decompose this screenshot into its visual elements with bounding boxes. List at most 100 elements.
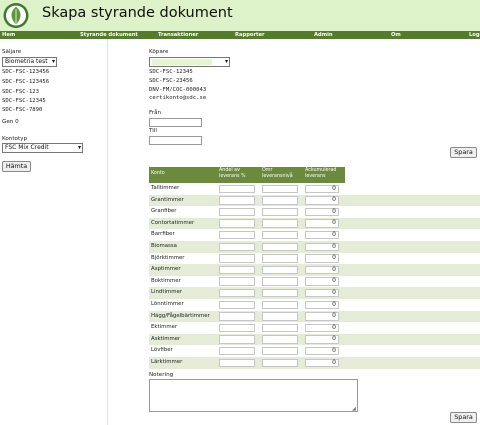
share-input[interactable] bbox=[219, 312, 255, 321]
share-input[interactable] bbox=[219, 242, 255, 251]
seller-selected-value: Biometria test bbox=[5, 58, 48, 65]
share-input[interactable] bbox=[219, 323, 255, 333]
accumulated-input[interactable]: 0 bbox=[305, 254, 339, 263]
table-row: Contortatimmer 0 bbox=[149, 217, 480, 230]
level-input[interactable] bbox=[262, 288, 298, 298]
to-label: Till bbox=[149, 128, 157, 134]
share-input[interactable] bbox=[219, 358, 255, 367]
seller-code: SDC-FSC-123456 bbox=[2, 69, 50, 75]
from-date-input[interactable] bbox=[149, 118, 202, 127]
share-input[interactable] bbox=[219, 196, 255, 205]
level-input[interactable] bbox=[262, 312, 298, 321]
accumulated-input[interactable]: 0 bbox=[305, 207, 339, 217]
page-title: Skapa styrande dokument bbox=[42, 5, 233, 21]
row-account-name: Lindtimmer bbox=[151, 289, 182, 296]
share-input[interactable] bbox=[219, 346, 255, 356]
row-account-name: Barrfiber bbox=[151, 231, 175, 238]
table-row: Hägg/Fågelbärtimmer 0 bbox=[149, 310, 480, 323]
row-account-name: Björktimmer bbox=[151, 254, 185, 261]
accumulated-input[interactable]: 0 bbox=[305, 323, 339, 333]
chevron-down-icon: ▾ bbox=[77, 144, 81, 151]
accumulated-input[interactable]: 0 bbox=[305, 300, 339, 309]
col-header-level: Omr leveransnivå bbox=[262, 168, 293, 179]
panel-divider bbox=[107, 39, 108, 425]
level-input[interactable] bbox=[262, 358, 298, 367]
level-input[interactable] bbox=[262, 242, 298, 251]
accumulated-input[interactable]: 0 bbox=[305, 230, 339, 240]
nav-item-logout[interactable]: Logout bbox=[469, 31, 480, 39]
level-input[interactable] bbox=[262, 346, 298, 356]
gen-text: Gen 0 bbox=[2, 119, 19, 125]
chevron-down-icon: ▾ bbox=[51, 58, 55, 65]
level-input[interactable] bbox=[262, 184, 298, 193]
seller-select[interactable]: Biometria test ▾ bbox=[2, 57, 57, 67]
buyer-select[interactable]: ▾ bbox=[149, 57, 230, 67]
save-button-bottom[interactable]: Spara bbox=[450, 412, 477, 423]
level-input[interactable] bbox=[262, 230, 298, 240]
left-panel bbox=[0, 39, 107, 425]
share-input[interactable] bbox=[219, 219, 255, 228]
share-input[interactable] bbox=[219, 277, 255, 286]
main-nav: Hem Styrande dokument Transaktioner Rapp… bbox=[0, 31, 480, 39]
note-label: Notering bbox=[149, 372, 174, 378]
row-account-name: Grantimmer bbox=[151, 196, 184, 203]
seller-code: SDC-FSC-12345 bbox=[2, 98, 46, 104]
chevron-down-icon: ▾ bbox=[224, 58, 228, 65]
resize-handle-icon[interactable]: ◢ bbox=[352, 406, 356, 412]
col-header-share: Andel av leverans % bbox=[219, 168, 246, 179]
level-input[interactable] bbox=[262, 265, 298, 275]
leaf-logo-icon bbox=[3, 3, 29, 28]
level-input[interactable] bbox=[262, 323, 298, 333]
share-input[interactable] bbox=[219, 254, 255, 263]
accumulated-input[interactable]: 0 bbox=[305, 335, 339, 344]
nav-item-about[interactable]: Om bbox=[391, 31, 401, 39]
level-input[interactable] bbox=[262, 335, 298, 344]
accumulated-input[interactable]: 0 bbox=[305, 196, 339, 205]
nav-item-governing-documents[interactable]: Styrande dokument bbox=[80, 31, 138, 39]
accumulated-input[interactable]: 0 bbox=[305, 346, 339, 356]
level-input[interactable] bbox=[262, 207, 298, 217]
table-row: Asptimmer 0 bbox=[149, 264, 480, 276]
note-textarea[interactable] bbox=[149, 379, 358, 412]
level-input[interactable] bbox=[262, 219, 298, 228]
share-input[interactable] bbox=[219, 230, 255, 240]
buyer-code: SDC-FSC-23456 bbox=[149, 78, 193, 84]
row-account-name: Lönntimmer bbox=[151, 301, 184, 307]
accumulated-input[interactable]: 0 bbox=[305, 277, 339, 286]
accumulated-input[interactable]: 0 bbox=[305, 358, 339, 367]
fetch-button[interactable]: Hämta bbox=[2, 161, 31, 172]
accumulated-input[interactable]: 0 bbox=[305, 265, 339, 275]
buyer-code: SDC-FSC-12345 bbox=[149, 69, 193, 75]
share-input[interactable] bbox=[219, 265, 255, 275]
nav-item-home[interactable]: Hem bbox=[2, 31, 15, 39]
to-date-input[interactable] bbox=[149, 136, 202, 145]
share-input[interactable] bbox=[219, 184, 255, 193]
accumulated-input[interactable]: 0 bbox=[305, 312, 339, 321]
nav-item-transactions[interactable]: Transaktioner bbox=[158, 31, 198, 39]
accumulated-input[interactable]: 0 bbox=[305, 288, 339, 298]
share-input[interactable] bbox=[219, 300, 255, 309]
accumulated-input[interactable]: 0 bbox=[305, 219, 339, 228]
level-input[interactable] bbox=[262, 196, 298, 205]
share-input[interactable] bbox=[219, 207, 255, 217]
accumulated-input[interactable]: 0 bbox=[305, 242, 339, 251]
share-input[interactable] bbox=[219, 335, 255, 344]
level-input[interactable] bbox=[262, 254, 298, 263]
row-account-name: Asptimmer bbox=[151, 266, 181, 273]
seller-code: SDC-FSC-123 bbox=[2, 89, 40, 95]
save-button[interactable]: Spara bbox=[450, 147, 477, 158]
level-input[interactable] bbox=[262, 300, 298, 309]
row-account-name: Biomassa bbox=[151, 243, 177, 249]
nav-item-admin[interactable]: Admin bbox=[314, 31, 333, 39]
level-input[interactable] bbox=[262, 277, 298, 286]
table-row: Barrfiber 0 bbox=[149, 229, 480, 241]
share-input[interactable] bbox=[219, 288, 255, 298]
accumulated-input[interactable]: 0 bbox=[305, 184, 339, 193]
account-type-select[interactable]: FSC Mix Credit ▾ bbox=[2, 143, 83, 153]
app-header: Skapa styrande dokument bbox=[0, 0, 480, 31]
table-row: Boktimmer 0 bbox=[149, 276, 480, 288]
table-row: Granfiber 0 bbox=[149, 206, 480, 218]
nav-item-reports[interactable]: Rapporter bbox=[235, 31, 265, 39]
row-account-name: Hägg/Fågelbärtimmer bbox=[151, 312, 210, 319]
table-row: Lindtimmer 0 bbox=[149, 287, 480, 299]
